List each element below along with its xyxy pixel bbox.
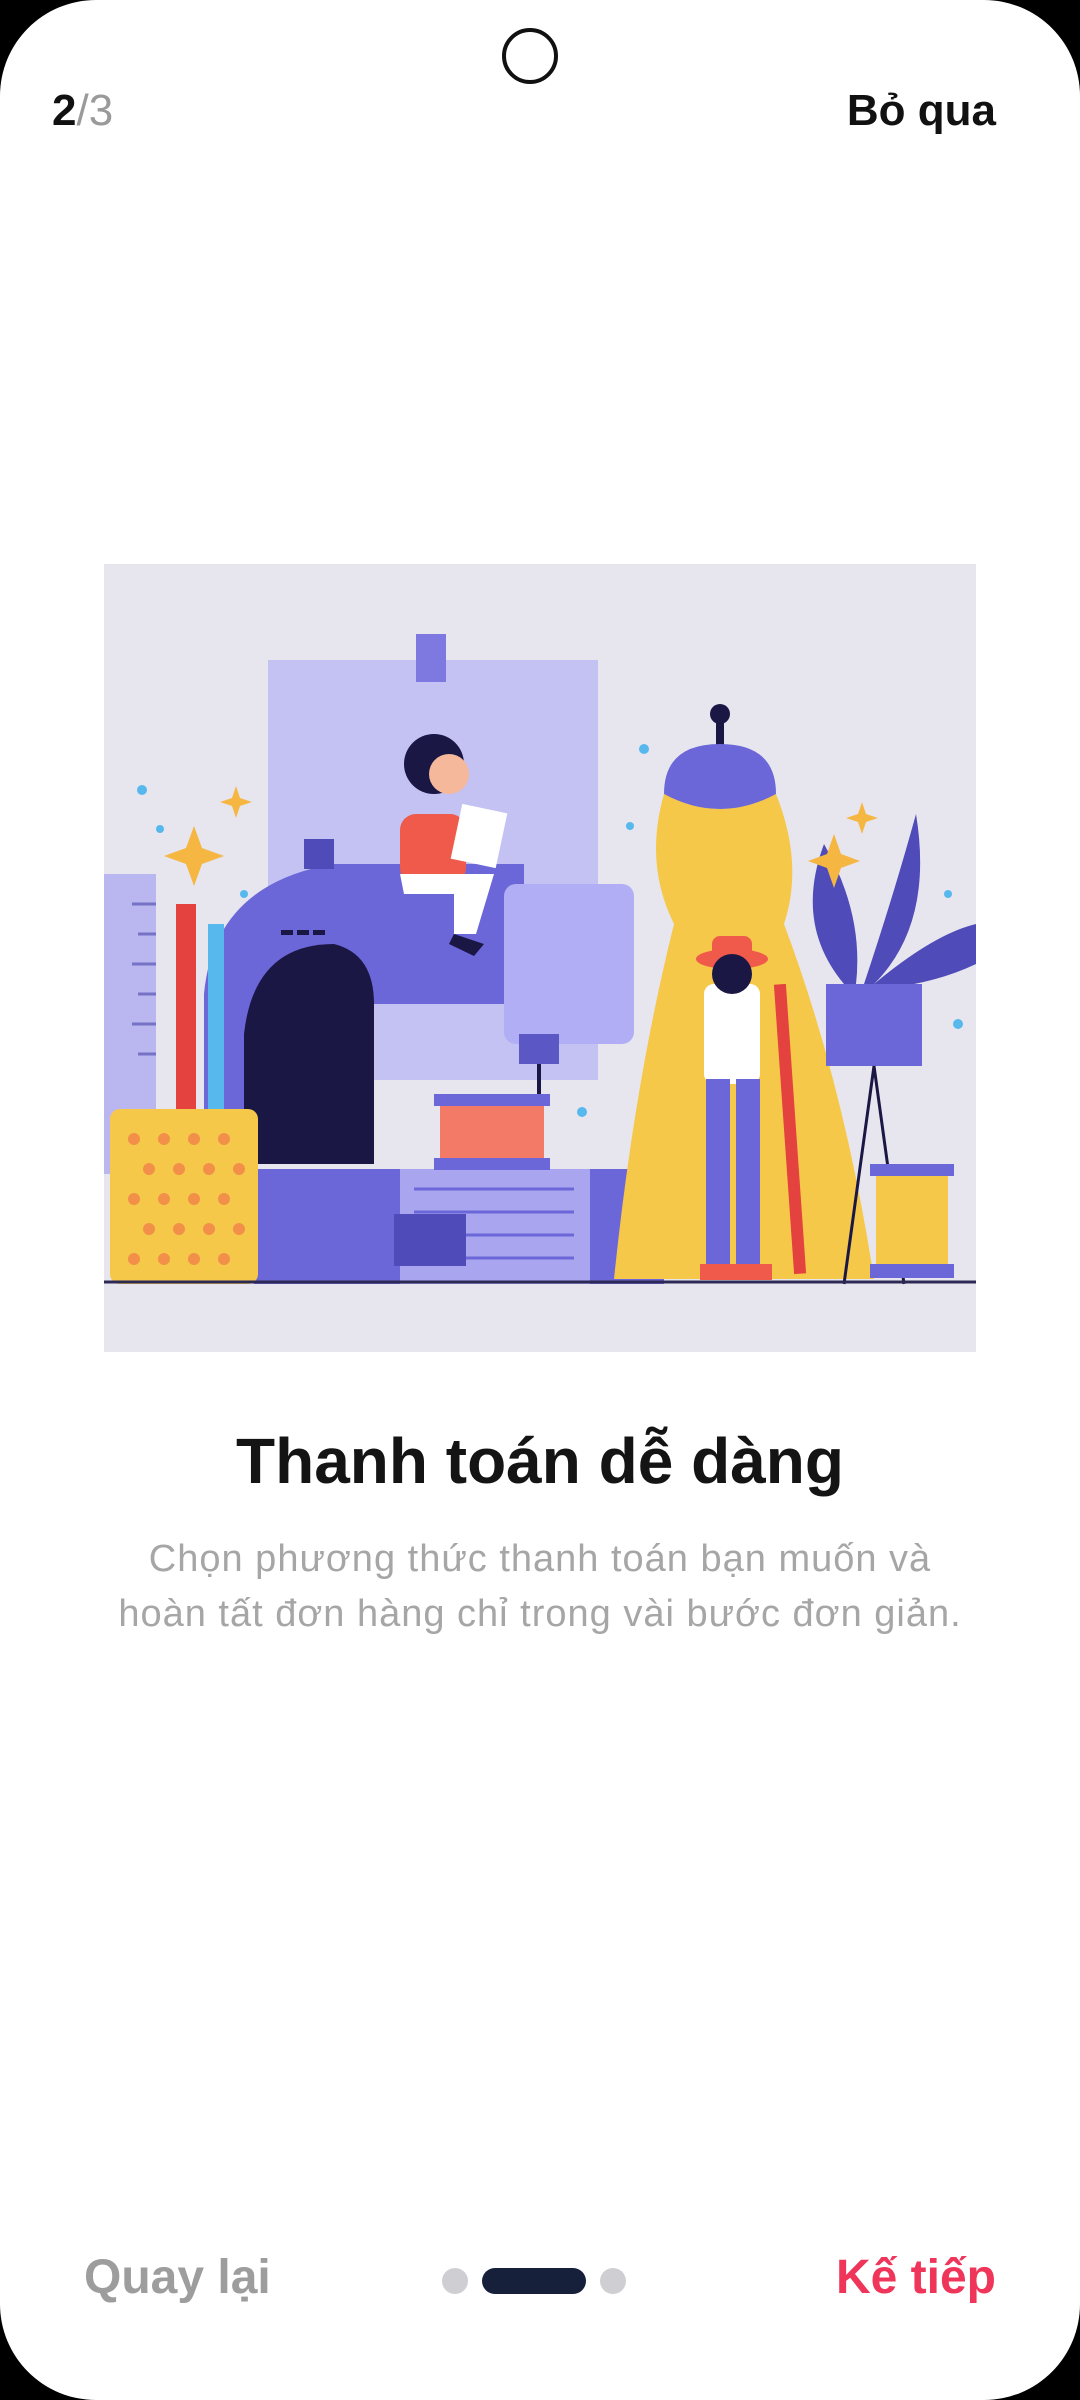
- pager-dot-active[interactable]: [482, 2268, 586, 2294]
- page-title: Thanh toán dễ dàng: [236, 1425, 844, 1497]
- back-button[interactable]: Quay lại: [84, 2250, 271, 2305]
- page-description: Chọn phương thức thanh toán bạn muốn và …: [118, 1538, 962, 1635]
- next-button[interactable]: Kế tiếp: [836, 2250, 996, 2305]
- step-total: /3: [76, 86, 114, 135]
- step-counter: 2/3: [52, 86, 113, 136]
- pager-dot[interactable]: [600, 2268, 626, 2294]
- pager-dot[interactable]: [442, 2268, 468, 2294]
- camera-cutout: [502, 28, 558, 84]
- step-current: 2: [52, 86, 77, 135]
- skip-button[interactable]: Bỏ qua: [847, 86, 996, 136]
- onboarding-illustration: [104, 564, 976, 1352]
- pager-indicator: [442, 2268, 626, 2294]
- onboarding-screen: 2/3 Bỏ qua Thanh toán dễ dàng Chọn phươn…: [0, 0, 1080, 2400]
